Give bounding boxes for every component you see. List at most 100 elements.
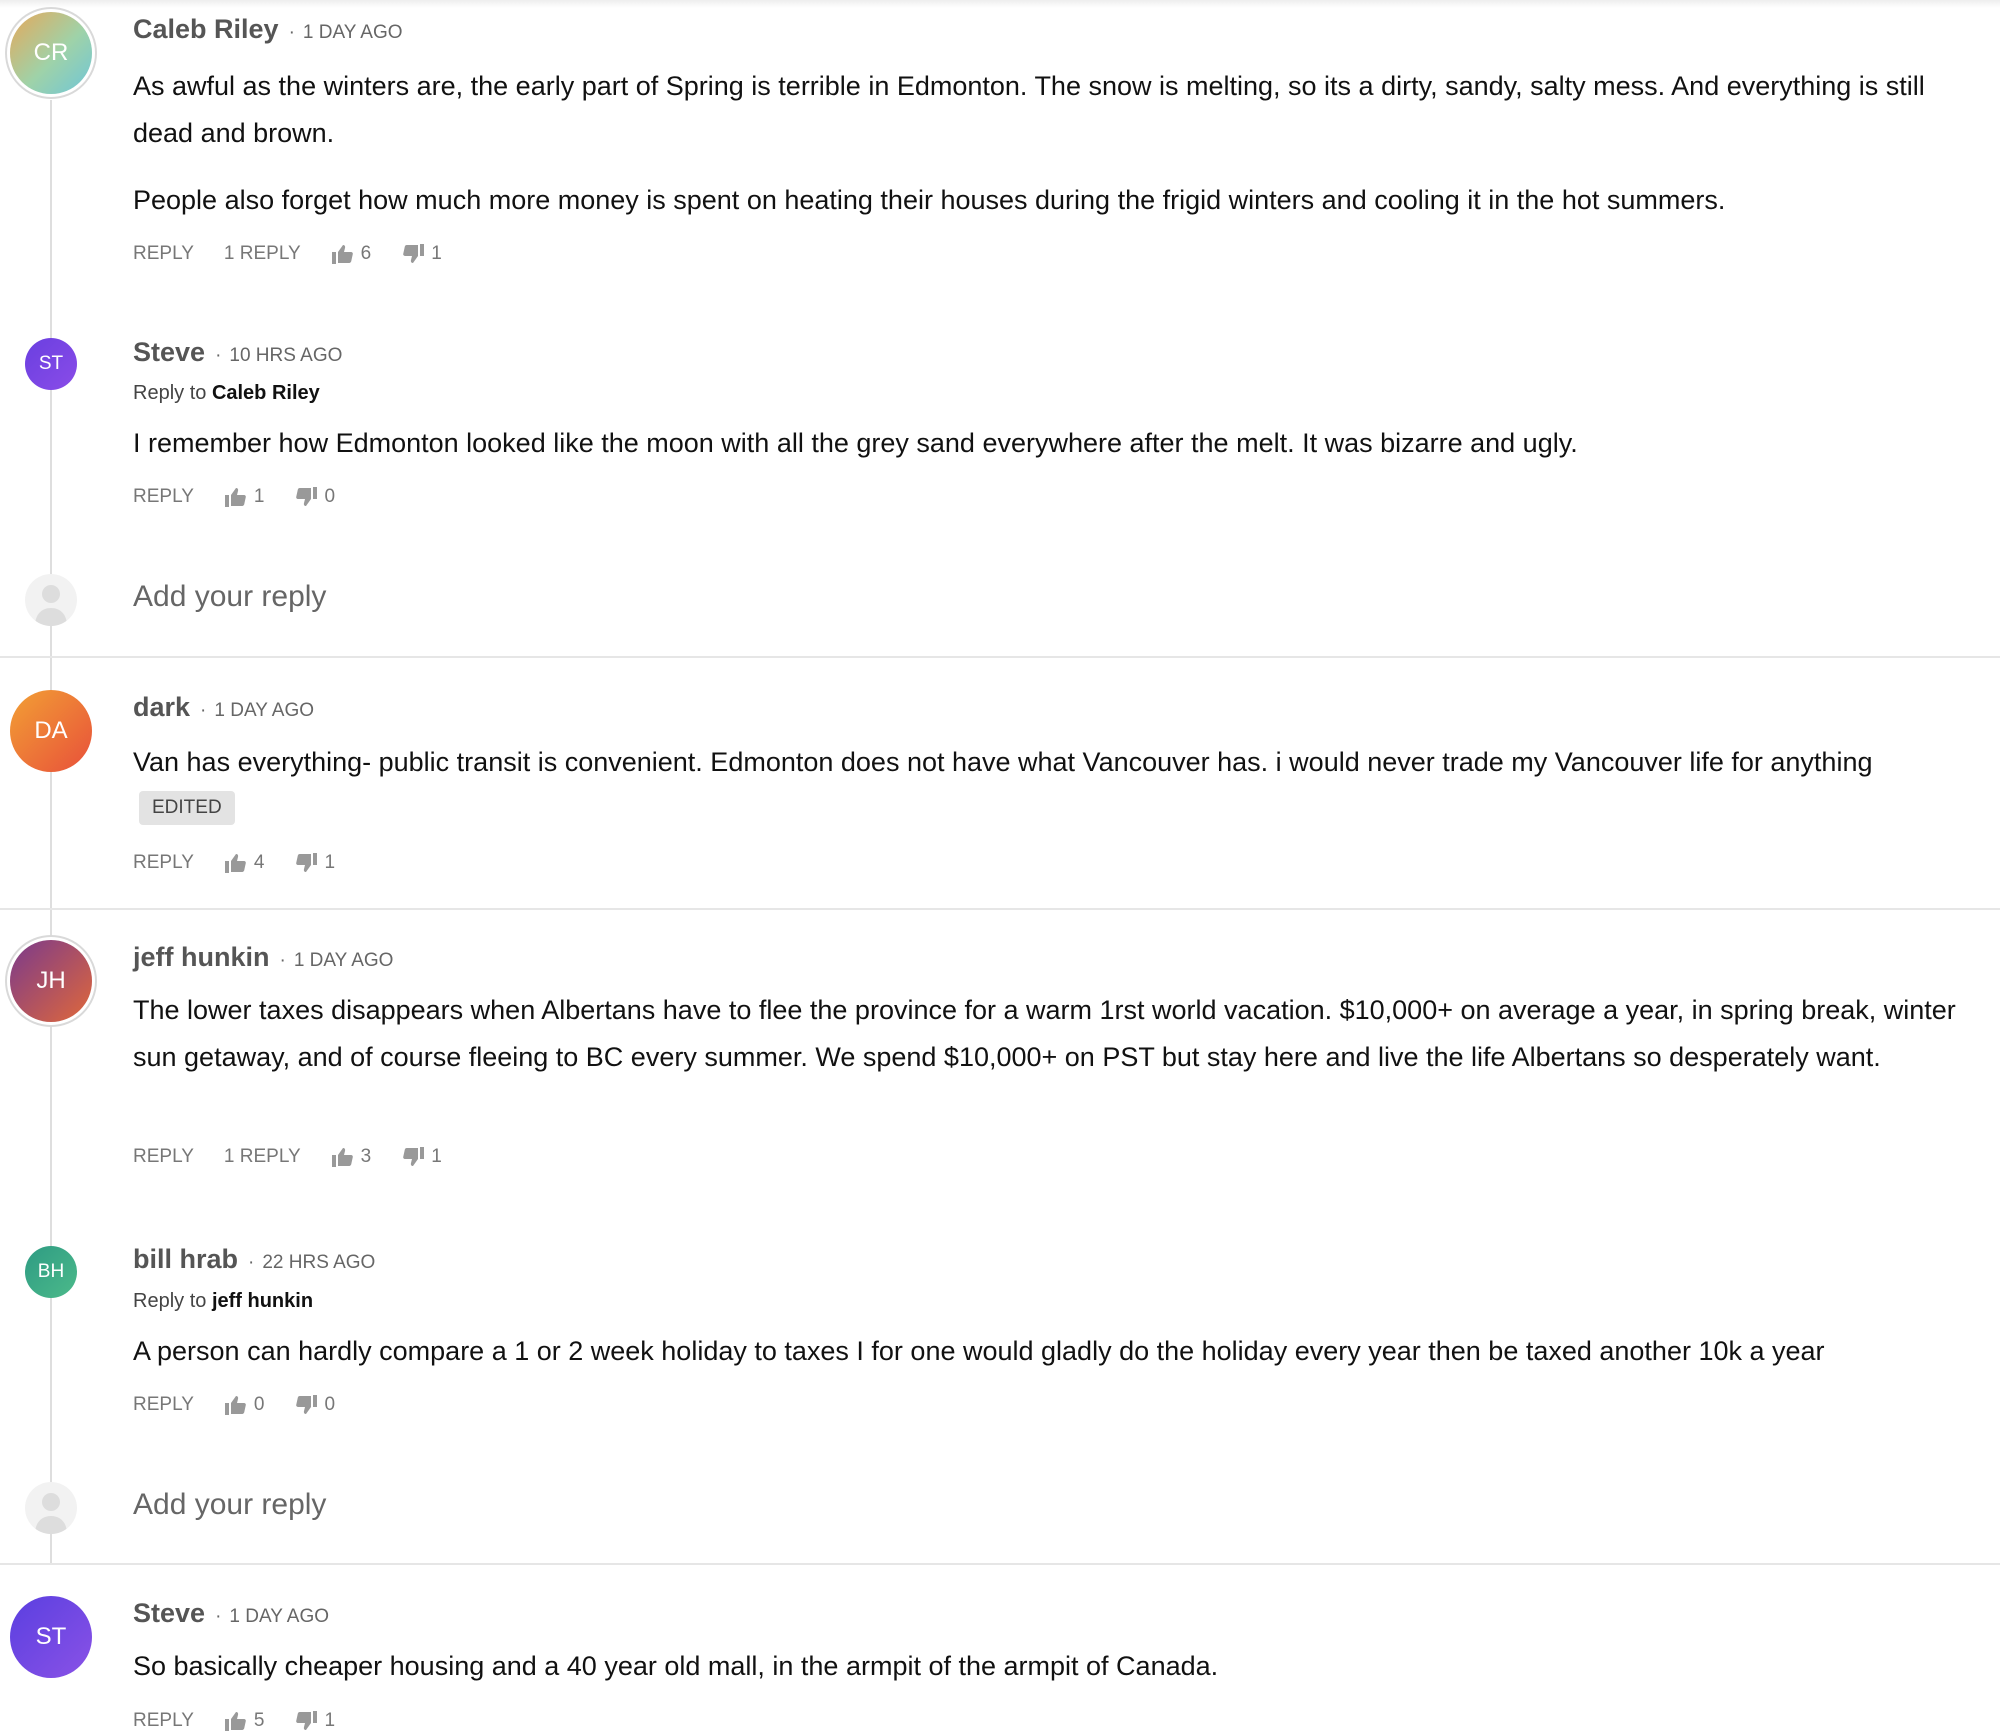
- user-placeholder-avatar: [25, 1482, 77, 1534]
- thumbs-up-icon: [224, 488, 246, 507]
- dislike-button[interactable]: 1: [294, 852, 335, 874]
- reply-to-author[interactable]: Caleb Riley: [212, 382, 320, 404]
- comment-text: So basically cheaper housing and a 40 ye…: [133, 1651, 1219, 1681]
- like-button[interactable]: 0: [224, 1394, 265, 1416]
- like-button[interactable]: 4: [224, 852, 265, 874]
- top-shadow: [0, 0, 2000, 8]
- timestamp: 1 DAY AGO: [289, 22, 403, 44]
- reply-to-label: Reply to: [133, 1290, 207, 1312]
- reply-button[interactable]: REPLY: [133, 486, 194, 508]
- divider: [0, 908, 2000, 910]
- dislike-button[interactable]: 1: [294, 1710, 335, 1732]
- thumbs-up-icon: [224, 854, 246, 873]
- avatar[interactable]: JH: [10, 940, 92, 1022]
- author-name[interactable]: Steve: [133, 337, 205, 368]
- dislike-count: 1: [324, 852, 336, 873]
- dislike-count: 1: [324, 1710, 336, 1731]
- comment-actions: REPLY 5 1: [133, 1710, 365, 1732]
- thumbs-up-icon: [331, 245, 353, 264]
- avatar[interactable]: BH: [25, 1246, 77, 1298]
- dislike-count: 0: [324, 486, 336, 507]
- avatar[interactable]: ST: [10, 1596, 92, 1678]
- thumbs-up-icon: [224, 1712, 246, 1731]
- user-silhouette-icon: [35, 1493, 67, 1534]
- reply-button[interactable]: REPLY: [133, 852, 194, 874]
- comment-meta: bill hrab 22 HRS AGO: [133, 1244, 375, 1275]
- thumbs-down-icon: [296, 487, 318, 506]
- add-reply-row: Add your reply: [0, 560, 2000, 640]
- thumbs-down-icon: [296, 1395, 318, 1414]
- user-silhouette-icon: [35, 585, 67, 626]
- dislike-button[interactable]: 1: [401, 1146, 442, 1168]
- like-count: 5: [253, 1710, 265, 1731]
- thumbs-down-icon: [403, 1147, 425, 1166]
- like-button[interactable]: 3: [331, 1146, 372, 1168]
- thumbs-down-icon: [403, 244, 425, 263]
- comment-meta: Caleb Riley 1 DAY AGO: [133, 14, 403, 45]
- comment-text: As awful as the winters are, the early p…: [133, 71, 1925, 148]
- like-count: 6: [360, 243, 372, 264]
- add-reply-input[interactable]: Add your reply: [133, 1488, 326, 1522]
- author-name[interactable]: Caleb Riley: [133, 14, 279, 45]
- comment-meta: dark 1 DAY AGO: [133, 692, 314, 723]
- avatar[interactable]: DA: [10, 690, 92, 772]
- reply-to-label: Reply to: [133, 382, 207, 404]
- dislike-count: 1: [431, 1146, 442, 1167]
- reply-button[interactable]: REPLY: [133, 1710, 194, 1732]
- like-button[interactable]: 6: [331, 243, 372, 265]
- add-reply-row: Add your reply: [0, 1468, 2000, 1548]
- comment-text: Van has everything- public transit is co…: [133, 747, 1873, 777]
- avatar[interactable]: ST: [25, 338, 77, 390]
- author-name[interactable]: dark: [133, 692, 190, 723]
- like-button[interactable]: 1: [224, 486, 265, 508]
- dislike-button[interactable]: 0: [294, 486, 335, 508]
- timestamp: 1 DAY AGO: [200, 700, 314, 722]
- dislike-count: 1: [431, 243, 442, 264]
- edited-badge: EDITED: [139, 791, 235, 825]
- like-button[interactable]: 5: [224, 1710, 265, 1732]
- thumbs-up-icon: [224, 1396, 246, 1415]
- reply-to-line: Reply to jeff hunkin: [133, 1290, 313, 1313]
- timestamp: 10 HRS AGO: [215, 345, 342, 367]
- author-name[interactable]: bill hrab: [133, 1244, 238, 1275]
- reply-to-author[interactable]: jeff hunkin: [212, 1290, 313, 1312]
- like-count: 0: [253, 1394, 265, 1415]
- comment-text: The lower taxes disappears when Albertan…: [133, 995, 1956, 1072]
- dislike-button[interactable]: 1: [401, 243, 442, 265]
- comment-text: A person can hardly compare a 1 or 2 wee…: [133, 1336, 1825, 1366]
- thumbs-down-icon: [296, 853, 318, 872]
- reply-to-line: Reply to Caleb Riley: [133, 382, 320, 405]
- dislike-button[interactable]: 0: [294, 1394, 335, 1416]
- like-count: 3: [360, 1146, 372, 1167]
- add-reply-input[interactable]: Add your reply: [133, 580, 326, 614]
- like-count: 1: [253, 486, 265, 507]
- avatar[interactable]: CR: [10, 12, 92, 94]
- comment-actions: REPLY 1 REPLY 6 1: [133, 243, 472, 265]
- comment-actions: REPLY 1 0: [133, 486, 365, 508]
- divider: [0, 656, 2000, 658]
- comment-actions: REPLY 4 1: [133, 852, 365, 874]
- like-count: 4: [253, 852, 265, 873]
- reply-button[interactable]: REPLY: [133, 1146, 194, 1168]
- replies-count-button[interactable]: 1 REPLY: [224, 243, 301, 265]
- author-name[interactable]: Steve: [133, 1598, 205, 1629]
- dislike-count: 0: [324, 1394, 336, 1415]
- timestamp: 1 DAY AGO: [215, 1606, 329, 1628]
- comment-meta: jeff hunkin 1 DAY AGO: [133, 942, 393, 973]
- reply-button[interactable]: REPLY: [133, 1394, 194, 1416]
- comment-meta: Steve 10 HRS AGO: [133, 337, 342, 368]
- replies-count-button[interactable]: 1 REPLY: [224, 1146, 301, 1168]
- reply-button[interactable]: REPLY: [133, 243, 194, 265]
- author-name[interactable]: jeff hunkin: [133, 942, 270, 973]
- timestamp: 1 DAY AGO: [280, 950, 394, 972]
- thumbs-up-icon: [331, 1148, 353, 1167]
- timestamp: 22 HRS AGO: [248, 1252, 375, 1274]
- thumbs-down-icon: [296, 1711, 318, 1730]
- comment-actions: REPLY 0 0: [133, 1394, 365, 1416]
- comment-meta: Steve 1 DAY AGO: [133, 1598, 329, 1629]
- divider: [0, 1563, 2000, 1565]
- user-placeholder-avatar: [25, 574, 77, 626]
- comment-text-paragraph-2: People also forget how much more money i…: [133, 185, 1726, 215]
- comment-text: I remember how Edmonton looked like the …: [133, 428, 1578, 458]
- comment-actions: REPLY 1 REPLY 3 1: [133, 1146, 472, 1168]
